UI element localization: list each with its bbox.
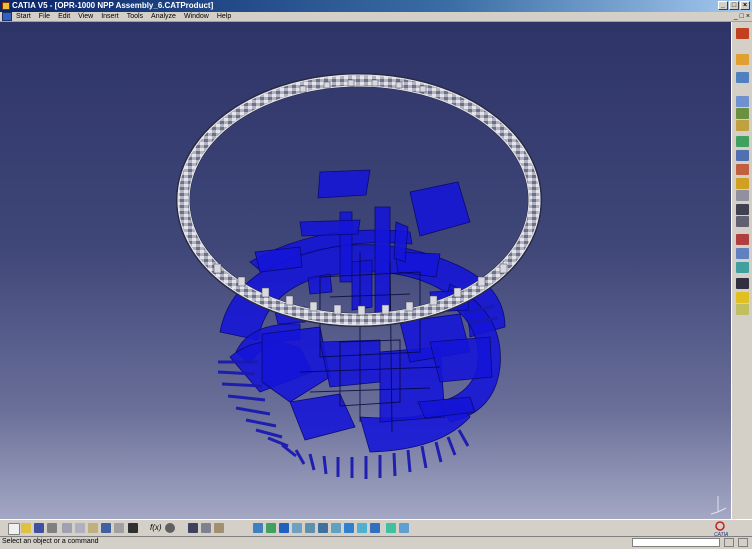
- print-icon[interactable]: [47, 523, 57, 533]
- zoom-in-icon[interactable]: [292, 523, 302, 533]
- axis-compass-icon: [710, 496, 727, 515]
- generate-numbering-icon[interactable]: [736, 150, 749, 161]
- menu-view[interactable]: View: [74, 12, 97, 22]
- fly-mode-icon[interactable]: [736, 54, 749, 65]
- comment-icon[interactable]: [165, 523, 175, 533]
- pan-icon[interactable]: [266, 523, 276, 533]
- document-controls: _ □ ×: [734, 12, 750, 22]
- iso-view-icon[interactable]: [331, 523, 341, 533]
- normal-view-icon[interactable]: [318, 523, 328, 533]
- fit-all-icon[interactable]: [253, 523, 263, 533]
- window-controls: _ □ ×: [718, 1, 750, 10]
- menu-edit[interactable]: Edit: [54, 12, 74, 22]
- light-icon[interactable]: [736, 292, 749, 303]
- right-toolbar: [731, 22, 752, 519]
- snap-icon[interactable]: [736, 178, 749, 189]
- menu-analyze[interactable]: Analyze: [147, 12, 180, 22]
- fix-icon[interactable]: [736, 216, 749, 227]
- rotate-icon[interactable]: [279, 523, 289, 533]
- catalog-icon[interactable]: [188, 523, 198, 533]
- copy-icon[interactable]: [75, 523, 85, 533]
- constraint-icon[interactable]: [736, 204, 749, 215]
- undo-icon[interactable]: [101, 523, 111, 533]
- product-icon[interactable]: [736, 72, 749, 83]
- measure-icon[interactable]: [386, 523, 396, 533]
- existing-component-icon[interactable]: [736, 108, 749, 119]
- offset-icon[interactable]: [736, 262, 749, 273]
- minimize-button[interactable]: _: [718, 1, 728, 10]
- coincidence-icon[interactable]: [736, 234, 749, 245]
- maximize-button[interactable]: □: [729, 1, 739, 10]
- doc-minimize-button[interactable]: _: [734, 12, 738, 22]
- command-input[interactable]: [632, 538, 720, 547]
- sectioning-icon[interactable]: [399, 523, 409, 533]
- hide-show-icon[interactable]: [357, 523, 367, 533]
- select-icon[interactable]: [736, 28, 749, 39]
- doc-close-button[interactable]: ×: [746, 12, 750, 22]
- redo-icon[interactable]: [114, 523, 124, 533]
- open-icon[interactable]: [21, 523, 31, 533]
- status-message: Select an object or a command: [2, 538, 99, 545]
- move-icon[interactable]: [736, 164, 749, 175]
- catia-app-icon[interactable]: [2, 2, 10, 10]
- paste-icon[interactable]: [88, 523, 98, 533]
- explode-icon[interactable]: [736, 190, 749, 201]
- document-icon[interactable]: [2, 12, 12, 21]
- doc-restore-button[interactable]: □: [740, 12, 744, 22]
- new-icon[interactable]: [8, 523, 20, 535]
- insert-component-icon[interactable]: [736, 96, 749, 107]
- knowledge-icon[interactable]: [201, 523, 211, 533]
- menu-insert[interactable]: Insert: [97, 12, 123, 22]
- fly-icon[interactable]: [214, 523, 224, 533]
- menu-window[interactable]: Window: [180, 12, 213, 22]
- status-bar: Select an object or a command: [0, 536, 752, 549]
- annotation-icon[interactable]: [736, 304, 749, 315]
- save-icon[interactable]: [34, 523, 44, 533]
- bottom-toolbar: f(x) CATIA: [0, 519, 752, 538]
- whats-this-icon[interactable]: [128, 523, 138, 533]
- title-bar: CATIA V5 - [OPR-1000 NPP Assembly_6.CATP…: [0, 0, 752, 12]
- window-title: CATIA V5 - [OPR-1000 NPP Assembly_6.CATP…: [12, 1, 214, 10]
- zoom-out-icon[interactable]: [305, 523, 315, 533]
- status-button-left[interactable]: [724, 538, 734, 547]
- contact-icon[interactable]: [736, 248, 749, 259]
- replace-icon[interactable]: [736, 120, 749, 131]
- 3d-viewport[interactable]: [0, 22, 731, 519]
- menu-file[interactable]: File: [35, 12, 54, 22]
- menu-help[interactable]: Help: [213, 12, 235, 22]
- menu-tools[interactable]: Tools: [123, 12, 147, 22]
- graph-tree-icon[interactable]: [736, 136, 749, 147]
- shading-icon[interactable]: [344, 523, 354, 533]
- cut-icon[interactable]: [62, 523, 72, 533]
- status-button-right[interactable]: [738, 538, 748, 547]
- close-button[interactable]: ×: [740, 1, 750, 10]
- swap-space-icon[interactable]: [370, 523, 380, 533]
- formula-icon[interactable]: f(x): [150, 523, 162, 532]
- assembly-model[interactable]: [0, 22, 731, 519]
- menu-start[interactable]: Start: [12, 12, 35, 22]
- menu-bar: Start File Edit View Insert Tools Analyz…: [0, 12, 752, 22]
- angle-icon[interactable]: [736, 278, 749, 289]
